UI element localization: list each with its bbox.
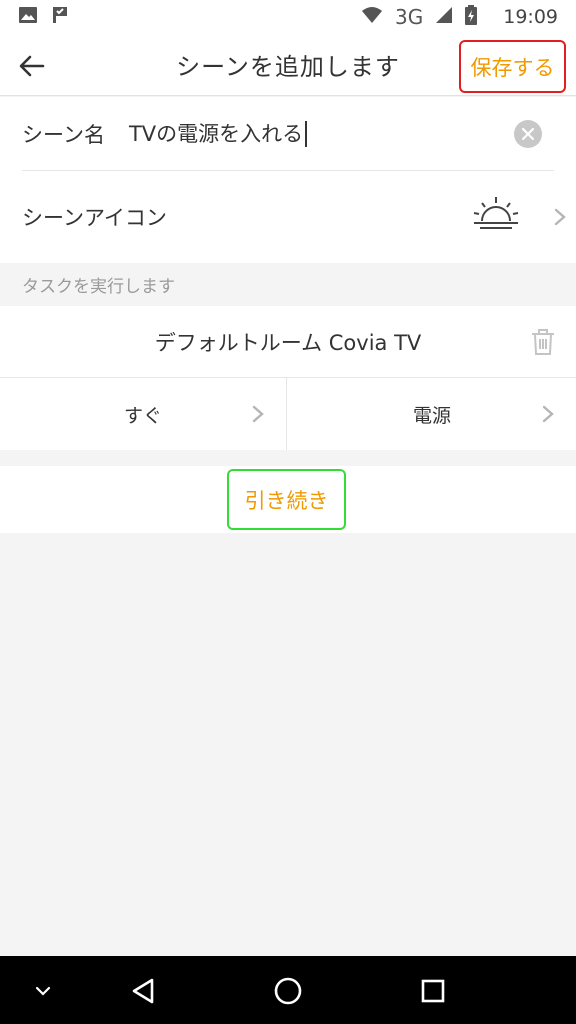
scene-name-label: シーン名 <box>22 122 105 147</box>
circle-home-icon <box>274 977 302 1005</box>
status-right: 3G 19:09 <box>361 4 558 30</box>
task-title-row: デフォルトルーム Covia TV <box>0 306 576 378</box>
task-device-name: デフォルトルーム Covia TV <box>154 330 422 355</box>
wifi-icon <box>361 5 383 29</box>
back-arrow-icon <box>19 55 45 77</box>
clear-input-button[interactable] <box>514 120 542 148</box>
section-header: タスクを実行します <box>0 263 576 306</box>
nav-home-button[interactable] <box>271 974 305 1008</box>
back-button[interactable] <box>14 48 50 84</box>
continue-area: 引き続き <box>0 466 576 533</box>
image-icon <box>18 5 38 30</box>
scene-name-row[interactable]: シーン名 TVの電源を入れる <box>22 97 554 171</box>
battery-icon <box>465 4 478 30</box>
task-card: デフォルトルーム Covia TV すぐ 電源 <box>0 306 576 450</box>
app-header: シーンを追加します 保存する <box>0 34 576 96</box>
status-bar: 3G 19:09 <box>0 0 576 34</box>
square-recents-icon <box>421 979 445 1003</box>
scene-icon-row[interactable]: シーンアイコン <box>22 171 576 263</box>
continue-button[interactable]: 引き続き <box>227 469 346 530</box>
save-button[interactable]: 保存する <box>459 40 566 93</box>
scene-form: シーン名 TVの電源を入れる シーンアイコン <box>0 97 576 263</box>
signal-icon <box>435 5 453 29</box>
sunrise-icon <box>473 197 519 229</box>
scene-name-input[interactable]: TVの電源を入れる <box>129 120 308 147</box>
task-condition-text: すぐ <box>123 404 162 427</box>
chevron-right-icon <box>542 405 554 423</box>
check-flag-icon <box>50 5 70 30</box>
status-left <box>18 5 70 30</box>
nav-recents-button[interactable] <box>416 974 450 1008</box>
chevron-right-icon <box>252 405 264 423</box>
triangle-back-icon <box>132 978 154 1004</box>
task-action-text: 電源 <box>412 404 451 427</box>
system-nav-bar <box>0 956 576 1024</box>
task-condition-cell[interactable]: すぐ <box>0 378 287 450</box>
nav-back-button[interactable] <box>126 974 160 1008</box>
chevron-down-icon <box>35 986 51 996</box>
status-time: 19:09 <box>503 6 558 28</box>
trash-icon <box>532 329 554 355</box>
page-title: シーンを追加します <box>176 53 400 81</box>
network-type: 3G <box>395 5 424 29</box>
delete-task-button[interactable] <box>530 328 556 356</box>
scene-icon-label: シーンアイコン <box>22 206 167 230</box>
task-action-cell[interactable]: 電源 <box>288 378 576 450</box>
chevron-right-icon <box>554 208 566 226</box>
close-icon <box>522 128 534 140</box>
nav-hide-keyboard-button[interactable] <box>26 974 60 1008</box>
